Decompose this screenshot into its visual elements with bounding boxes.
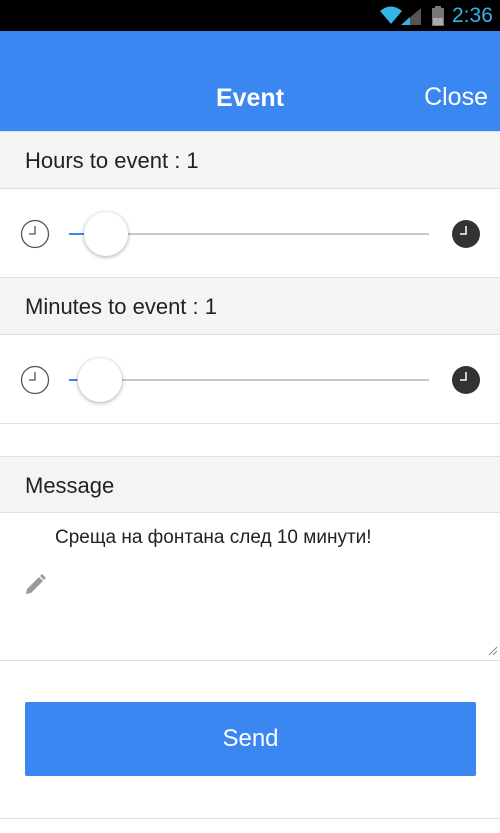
minutes-section-header: Minutes to event : 1 <box>0 277 500 335</box>
battery-icon <box>432 6 444 26</box>
resize-handle-icon[interactable] <box>488 646 498 656</box>
divider <box>0 660 500 661</box>
divider <box>0 423 500 424</box>
hours-section-header: Hours to event : 1 <box>0 131 500 189</box>
message-section-header: Message <box>0 456 500 513</box>
divider <box>0 818 500 819</box>
hours-slider[interactable] <box>69 212 429 256</box>
clock-filled-icon <box>452 366 480 394</box>
close-button[interactable]: Close <box>424 82 488 112</box>
pencil-icon <box>26 574 46 594</box>
send-button[interactable]: Send <box>25 702 476 776</box>
status-clock: 2:36 <box>452 4 493 27</box>
minutes-slider-fill <box>69 379 77 381</box>
message-label: Message <box>25 473 115 498</box>
wifi-icon <box>380 6 402 24</box>
clock-outline-icon <box>20 219 50 249</box>
hours-slider-row <box>0 189 500 277</box>
hours-slider-thumb[interactable] <box>84 212 128 256</box>
message-text[interactable]: Среща на фонтана след 10 минути! <box>55 525 485 551</box>
clock-outline-icon <box>20 365 50 395</box>
status-bar: 2:36 <box>0 0 500 31</box>
minutes-slider-thumb[interactable] <box>78 358 122 402</box>
signal-icon <box>401 8 421 25</box>
minutes-label: Minutes to event : 1 <box>25 294 217 319</box>
minutes-slider-row <box>0 335 500 423</box>
message-textarea[interactable]: Среща на фонтана след 10 минути! <box>0 513 500 660</box>
clock-filled-icon <box>452 220 480 248</box>
minutes-slider[interactable] <box>69 358 429 402</box>
app-header: Event Close <box>0 31 500 131</box>
hours-label: Hours to event : 1 <box>25 148 199 173</box>
